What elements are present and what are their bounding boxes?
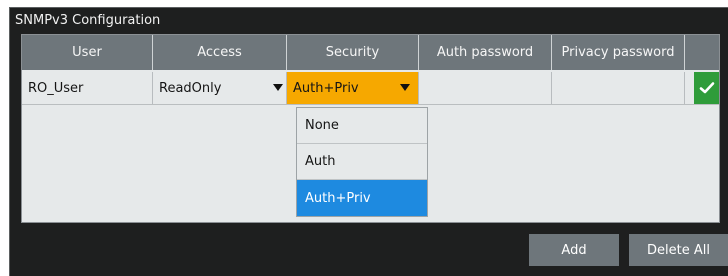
privacy-password-field[interactable] <box>552 72 685 104</box>
delete-all-button[interactable]: Delete All <box>629 234 728 266</box>
security-option-auth-priv[interactable]: Auth+Priv <box>297 180 427 216</box>
auth-password-field[interactable] <box>419 72 552 104</box>
security-option-none[interactable]: None <box>297 108 427 144</box>
column-header-security: Security <box>287 35 419 70</box>
column-header-access: Access <box>153 35 287 70</box>
panel-title: SNMPv3 Configuration <box>15 13 161 28</box>
security-option-auth[interactable]: Auth <box>297 144 427 180</box>
security-options-popup: None Auth Auth+Priv <box>296 107 428 217</box>
table-header: User Access Security Auth password Priva… <box>22 35 719 70</box>
access-value: ReadOnly <box>159 80 222 96</box>
add-button[interactable]: Add <box>529 234 619 266</box>
access-dropdown[interactable]: ReadOnly <box>153 72 287 104</box>
security-dropdown[interactable]: Auth+Priv <box>287 72 419 104</box>
checkmark-icon <box>699 82 714 94</box>
user-cell[interactable]: RO_User <box>22 72 153 104</box>
column-header-auth-password: Auth password <box>419 35 552 70</box>
security-value: Auth+Priv <box>293 80 359 96</box>
dropdown-arrow-icon <box>273 84 283 91</box>
dropdown-arrow-icon <box>400 84 410 91</box>
column-header-privacy-password: Privacy password <box>552 35 685 70</box>
table-row[interactable]: RO_User ReadOnly Auth+Priv <box>22 72 719 105</box>
confirm-checkmark-button[interactable] <box>694 72 719 104</box>
column-header-user: User <box>22 35 153 70</box>
